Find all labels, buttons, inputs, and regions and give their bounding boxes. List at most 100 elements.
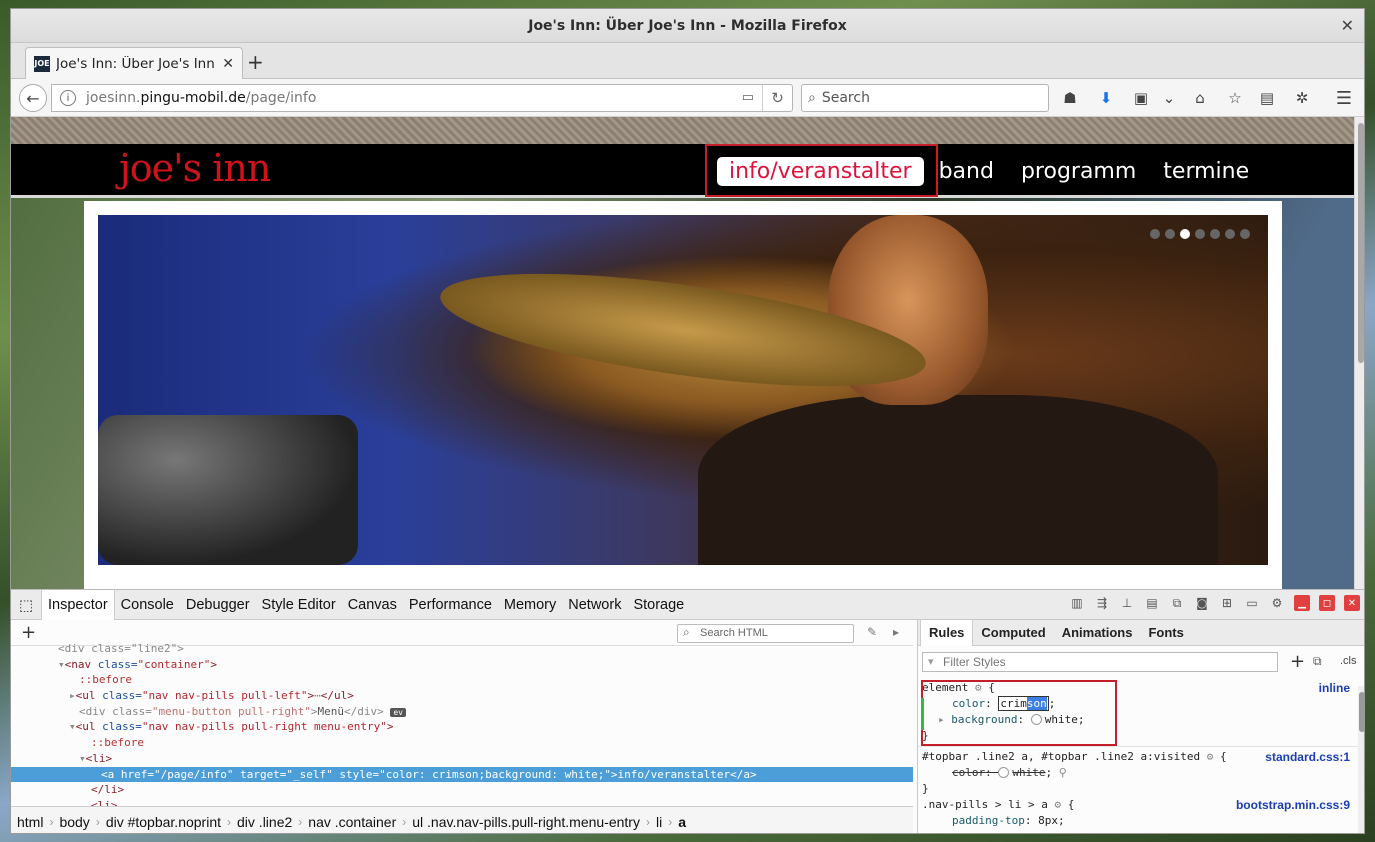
markup-line-selected-anchor[interactable]: <a href="/page/info" target="_self" styl…: [11, 766, 913, 783]
pocket-icon[interactable]: ⌄: [1159, 88, 1179, 108]
rules-scrollbar[interactable]: [1358, 686, 1364, 833]
tab-close-icon[interactable]: ✕: [222, 56, 234, 72]
tab-fonts[interactable]: Fonts: [1140, 620, 1191, 646]
element-picker-icon[interactable]: ⬚: [11, 590, 41, 620]
dock-window-icon[interactable]: ◻: [1319, 595, 1335, 611]
add-rule-icon[interactable]: +: [1290, 651, 1305, 672]
page-scrollbar-thumb[interactable]: [1358, 123, 1364, 363]
tab-performance[interactable]: Performance: [403, 590, 498, 620]
markup-line-ul-left[interactable]: ▸<ul class="nav nav-pills pull-left">⋯</…: [11, 688, 913, 704]
developer-tools-icon[interactable]: ✲: [1292, 88, 1312, 108]
slider-dot[interactable]: [1210, 229, 1220, 239]
breadcrumb-item[interactable]: body: [59, 814, 95, 830]
markup-line-ul-right[interactable]: ▾<ul class="nav nav-pills pull-right men…: [11, 719, 913, 735]
declaration-background[interactable]: ▸ background: white;: [918, 712, 1358, 728]
breadcrumb-item[interactable]: div .line2: [237, 814, 298, 830]
paint-flashing-icon[interactable]: ⊥: [1119, 595, 1135, 611]
declaration-overridden-color[interactable]: color: white; ⚲: [918, 765, 1358, 781]
cls-button[interactable]: .cls: [1340, 655, 1357, 667]
split-console-icon[interactable]: ▥: [1069, 595, 1085, 611]
slider-dot[interactable]: [1150, 229, 1160, 239]
close-devtools-icon[interactable]: ✕: [1344, 595, 1360, 611]
menu-item-termine[interactable]: termine: [1163, 159, 1249, 184]
rule-source-link[interactable]: inline: [1319, 680, 1350, 696]
toggle-sidebar-icon[interactable]: ▸: [893, 625, 899, 639]
collapsed-ellipsis[interactable]: ⋯: [314, 689, 321, 702]
bookmark-star-icon[interactable]: ☆: [1225, 88, 1245, 108]
eyedropper-icon[interactable]: ✎: [867, 625, 877, 639]
declaration-padding-top[interactable]: padding-top: 8px;: [918, 813, 1358, 829]
page-scrollbar[interactable]: [1354, 117, 1364, 589]
slider-dot[interactable]: [1165, 229, 1175, 239]
markup-line-li-close[interactable]: </li>: [11, 782, 913, 798]
breadcrumb-item[interactable]: nav .container: [308, 814, 402, 830]
breadcrumb-item-active[interactable]: a: [678, 814, 692, 830]
download-icon[interactable]: ⬇: [1096, 88, 1116, 108]
color-swatch-icon[interactable]: [1030, 714, 1042, 725]
tab-rules[interactable]: Rules: [920, 620, 974, 646]
bookmarks-menu-icon[interactable]: ▤: [1257, 88, 1277, 108]
markup-line-before[interactable]: ::before: [11, 672, 913, 688]
tab-animations[interactable]: Animations: [1054, 620, 1141, 646]
menu-item-programm[interactable]: programm: [1021, 159, 1136, 184]
tab-memory[interactable]: Memory: [498, 590, 562, 620]
close-window-icon[interactable]: ✕: [1341, 16, 1354, 35]
browser-tab[interactable]: JOE Joe's Inn: Über Joe's Inn ✕: [25, 47, 243, 79]
slider-dot[interactable]: [1195, 229, 1205, 239]
menu-item-info[interactable]: info/veranstalter: [717, 156, 924, 186]
screenshot-tool-icon[interactable]: ◙: [1194, 595, 1210, 611]
rule-gear-icon[interactable]: ⚙: [1207, 750, 1214, 763]
url-bar[interactable]: i joesinn. pingu-mobil.de/page/info ▭ ↻: [51, 84, 793, 112]
tab-console[interactable]: Console: [115, 590, 180, 620]
event-badge[interactable]: ev: [390, 707, 406, 717]
rulers-icon[interactable]: ⊞: [1219, 595, 1235, 611]
home-icon[interactable]: ⌂: [1190, 88, 1210, 108]
color-swatch-icon[interactable]: [998, 767, 1010, 778]
breadcrumb-item[interactable]: li: [656, 814, 668, 830]
slider-dot[interactable]: [1180, 229, 1190, 239]
add-node-icon[interactable]: +: [21, 622, 36, 643]
back-button[interactable]: ←: [19, 84, 47, 112]
menu-item-band[interactable]: band: [939, 159, 994, 184]
markup-line-before-2[interactable]: ::before: [11, 735, 913, 751]
site-logo[interactable]: joe's inn: [119, 146, 271, 190]
tab-style-editor[interactable]: Style Editor: [256, 590, 342, 620]
measure-icon[interactable]: ▭: [1244, 595, 1260, 611]
search-input[interactable]: ⌕ Search: [801, 84, 1049, 112]
breadcrumb-item[interactable]: div #topbar.noprint: [106, 814, 227, 830]
screenshot-icon[interactable]: ▣: [1131, 88, 1151, 108]
identity-icon[interactable]: ☗: [1060, 88, 1080, 108]
markup-line-li[interactable]: ▾<li>: [11, 751, 913, 767]
rule-gear-icon[interactable]: ⚙: [975, 681, 982, 694]
slider-dot[interactable]: [1225, 229, 1235, 239]
hamburger-menu-icon[interactable]: ☰: [1334, 88, 1354, 109]
rule-source-link[interactable]: standard.css:1: [1265, 749, 1350, 765]
tab-storage[interactable]: Storage: [627, 590, 690, 620]
markup-line-menu-button[interactable]: <div class="menu-button pull-right">Menü…: [11, 704, 913, 720]
settings-gear-icon[interactable]: ⚙: [1269, 595, 1285, 611]
rule-gear-icon[interactable]: ⚙: [1054, 798, 1061, 811]
reader-view-icon[interactable]: ▭: [742, 90, 754, 105]
rules-scrollbar-thumb[interactable]: [1359, 692, 1364, 732]
tab-network[interactable]: Network: [562, 590, 627, 620]
breadcrumb-item[interactable]: html: [17, 814, 49, 830]
reload-icon[interactable]: ↻: [762, 85, 792, 111]
tab-inspector[interactable]: Inspector: [41, 589, 115, 620]
new-tab-button[interactable]: +: [247, 52, 264, 72]
site-info-icon[interactable]: i: [60, 90, 76, 106]
markup-line-nav[interactable]: ▾<nav class="container">: [11, 657, 913, 673]
filter-styles-input[interactable]: Filter Styles: [922, 652, 1278, 672]
declaration-color[interactable]: color: crimson;: [918, 696, 1358, 712]
tab-debugger[interactable]: Debugger: [180, 590, 256, 620]
dock-bottom-icon[interactable]: ▁: [1294, 595, 1310, 611]
scratchpad-icon[interactable]: ⇶: [1094, 595, 1110, 611]
breadcrumb-item[interactable]: ul .nav.nav-pills.pull-right.menu-entry: [412, 814, 646, 830]
toggle-pseudo-class-icon[interactable]: ⧉: [1313, 654, 1322, 669]
rule-source-link[interactable]: bootstrap.min.css:9: [1236, 797, 1350, 813]
value-editor[interactable]: crimson: [998, 696, 1049, 711]
slider-dot[interactable]: [1240, 229, 1250, 239]
filter-icon[interactable]: ⚲: [1059, 766, 1067, 779]
markup-line-li-2[interactable]: <li>: [11, 798, 913, 806]
notes-icon[interactable]: ▤: [1144, 595, 1160, 611]
tab-canvas[interactable]: Canvas: [342, 590, 403, 620]
